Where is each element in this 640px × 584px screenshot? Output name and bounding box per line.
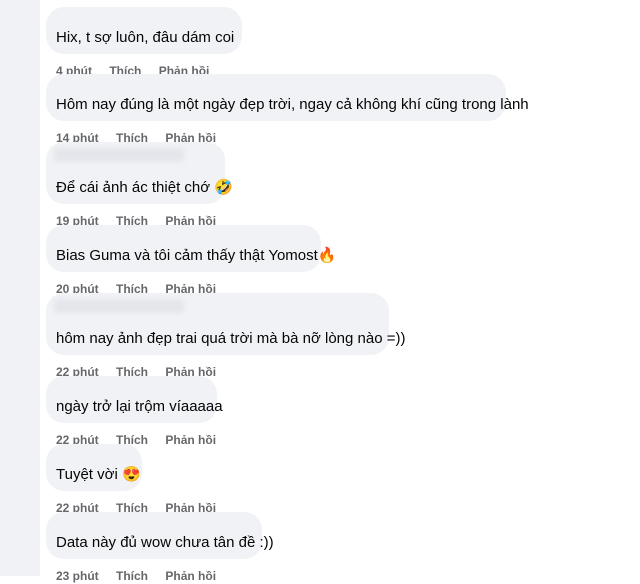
comment-bubble: Để cái ảnh ác thiệt chớ 🤣	[46, 142, 233, 204]
commenter-name-blurred	[54, 148, 184, 162]
like-button[interactable]: Thích	[116, 569, 148, 583]
comment-text: hôm nay ảnh đẹp trai quá trời mà bà nỡ l…	[56, 330, 406, 347]
comment-item: Để cái ảnh ác thiệt chớ 🤣 19 phút Thích …	[46, 142, 233, 229]
comment-actions: 23 phút Thích Phản hồi	[46, 568, 262, 584]
comment-item: Data này đủ wow chưa tân đề :)) 23 phút …	[46, 512, 274, 584]
comment-bubble: Hôm nay đúng là một ngày đẹp trời, ngay …	[46, 74, 529, 121]
comment-bubble: Tuyệt vời 😍	[46, 444, 142, 491]
comment-item: ngày trở lại trộm víaaaaa 22 phút Thích …	[46, 376, 230, 448]
comment-item: Hôm nay đúng là một ngày đẹp trời, ngay …	[46, 74, 529, 146]
comment-item: Bias Guma và tôi cảm thấy thật Yomost🔥 2…	[46, 225, 336, 297]
commenter-name-blurred	[54, 299, 184, 313]
comment-bubble: Data này đủ wow chưa tân đề :))	[46, 512, 274, 559]
comment-bubble: ngày trở lại trộm víaaaaa	[46, 376, 223, 423]
comment-text: Hôm nay đúng là một ngày đẹp trời, ngay …	[56, 96, 529, 113]
comment-text: Để cái ảnh ác thiệt chớ 🤣	[56, 179, 233, 196]
comment-text: Hix, t sợ luôn, đâu dám coi	[56, 29, 235, 46]
comment-bubble: hôm nay ảnh đẹp trai quá trời mà bà nỡ l…	[46, 293, 405, 355]
reply-button[interactable]: Phản hồi	[165, 569, 216, 583]
comment-item: Tuyệt vời 😍 22 phút Thích Phản hồi	[46, 444, 230, 516]
comment-bubble: Hix, t sợ luôn, đâu dám coi	[46, 7, 242, 54]
left-panel-strip	[0, 0, 40, 576]
comment-text: Tuyệt vời 😍	[56, 466, 141, 483]
comment-item: hôm nay ảnh đẹp trai quá trời mà bà nỡ l…	[46, 293, 405, 380]
comment-text: Data này đủ wow chưa tân đề :))	[56, 534, 274, 551]
comment-time[interactable]: 23 phút	[56, 569, 99, 583]
comment-item: Hix, t sợ luôn, đâu dám coi 4 phút Thích…	[46, 7, 242, 79]
comment-text: ngày trở lại trộm víaaaaa	[56, 398, 223, 415]
comment-bubble: Bias Guma và tôi cảm thấy thật Yomost🔥	[46, 225, 336, 272]
comment-text: Bias Guma và tôi cảm thấy thật Yomost🔥	[56, 247, 337, 264]
